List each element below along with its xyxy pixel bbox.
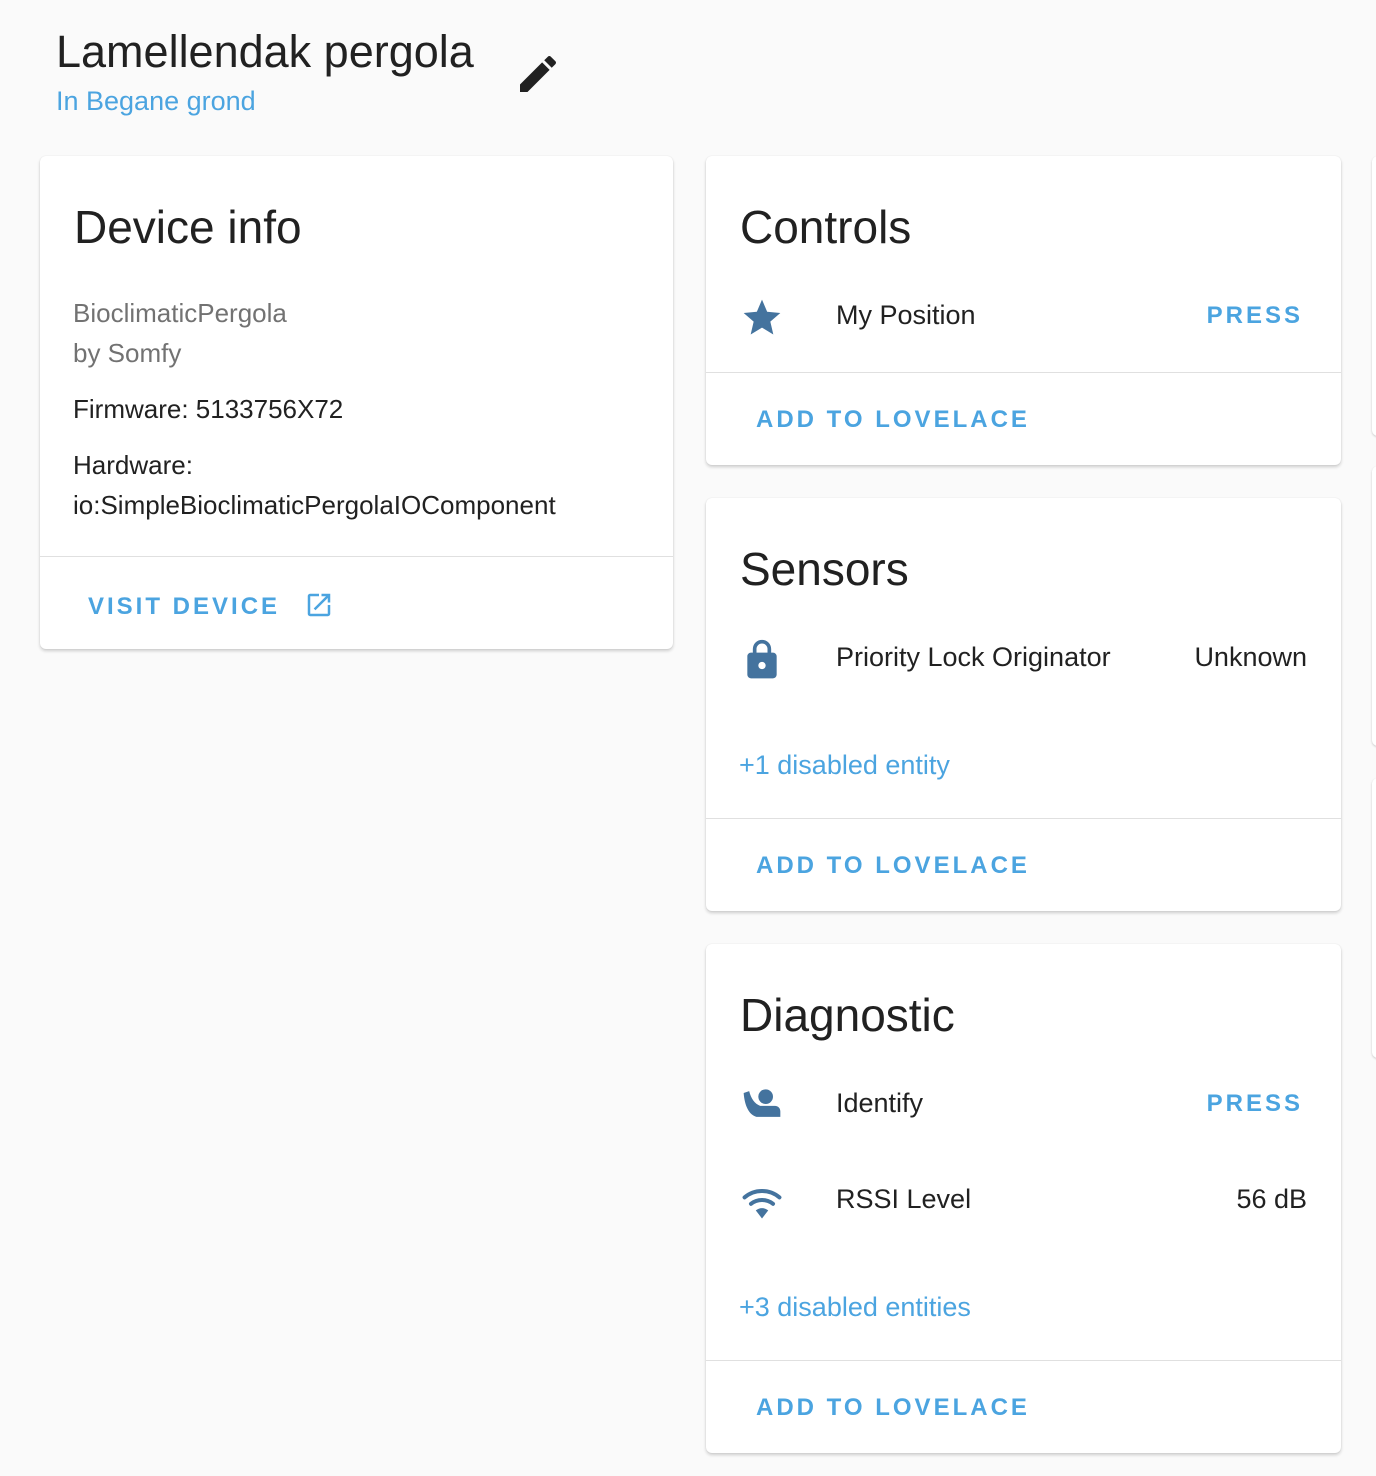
offscreen-card-edge (1372, 466, 1376, 746)
device-info-card: Device info BioclimaticPergola by Somfy … (40, 156, 673, 649)
open-in-new-icon (307, 593, 330, 617)
disabled-entities-link[interactable]: +3 disabled entities (739, 1292, 971, 1323)
page-title: Lamellendak pergola (56, 26, 474, 77)
wifi-icon (742, 1188, 782, 1219)
entity-state: Unknown (1194, 642, 1307, 672)
visit-device-label: VISIT DEVICE (88, 593, 281, 620)
lock-icon (747, 639, 777, 679)
press-button[interactable]: PRESS (1207, 1090, 1303, 1118)
divider (706, 372, 1341, 373)
hardware-label: Hardware: (73, 450, 193, 480)
entity-name: Identify (836, 1088, 924, 1118)
add-to-lovelace-button[interactable]: ADD TO LOVELACE (756, 852, 1030, 880)
disabled-entities-link[interactable]: +1 disabled entity (739, 750, 950, 781)
firmware-version: Firmware: 5133756X72 (73, 394, 344, 424)
offscreen-card-edge (1372, 156, 1376, 436)
divider (706, 818, 1341, 819)
entity-state: 56 dB (1236, 1184, 1307, 1214)
divider (706, 1360, 1341, 1361)
pencil-icon (520, 55, 557, 92)
offscreen-card-edge (1372, 778, 1376, 1058)
device-model: BioclimaticPergola (73, 298, 287, 328)
page-header: Lamellendak pergola In Begane grond (56, 24, 557, 116)
edit-button[interactable] (514, 50, 562, 98)
add-to-lovelace-button[interactable]: ADD TO LOVELACE (756, 406, 1030, 434)
identify-icon (743, 1089, 781, 1117)
card-title: Controls (740, 201, 912, 253)
entity-name: My Position (836, 300, 976, 330)
add-to-lovelace-button[interactable]: ADD TO LOVELACE (756, 1394, 1030, 1422)
entity-name: RSSI Level (836, 1184, 972, 1214)
card-title: Sensors (740, 543, 909, 595)
diagnostic-card: Diagnostic Identify PRESS RSSI Level 56 … (706, 944, 1341, 1453)
divider (40, 556, 673, 557)
entity-name: Priority Lock Originator (836, 642, 1111, 672)
press-button[interactable]: PRESS (1207, 302, 1303, 330)
star-icon (743, 299, 781, 335)
sensors-card: Sensors Priority Lock Originator Unknown… (706, 498, 1341, 911)
card-title: Device info (74, 201, 302, 253)
hardware-version: io:SimpleBioclimaticPergolaIOComponent (73, 490, 556, 520)
visit-device-button[interactable]: VISIT DEVICE (88, 590, 334, 621)
controls-card: Controls My Position PRESS ADD TO LOVELA… (706, 156, 1341, 465)
device-manufacturer: by Somfy (73, 338, 182, 368)
card-title: Diagnostic (740, 989, 955, 1041)
area-link[interactable]: In Begane grond (56, 86, 256, 117)
